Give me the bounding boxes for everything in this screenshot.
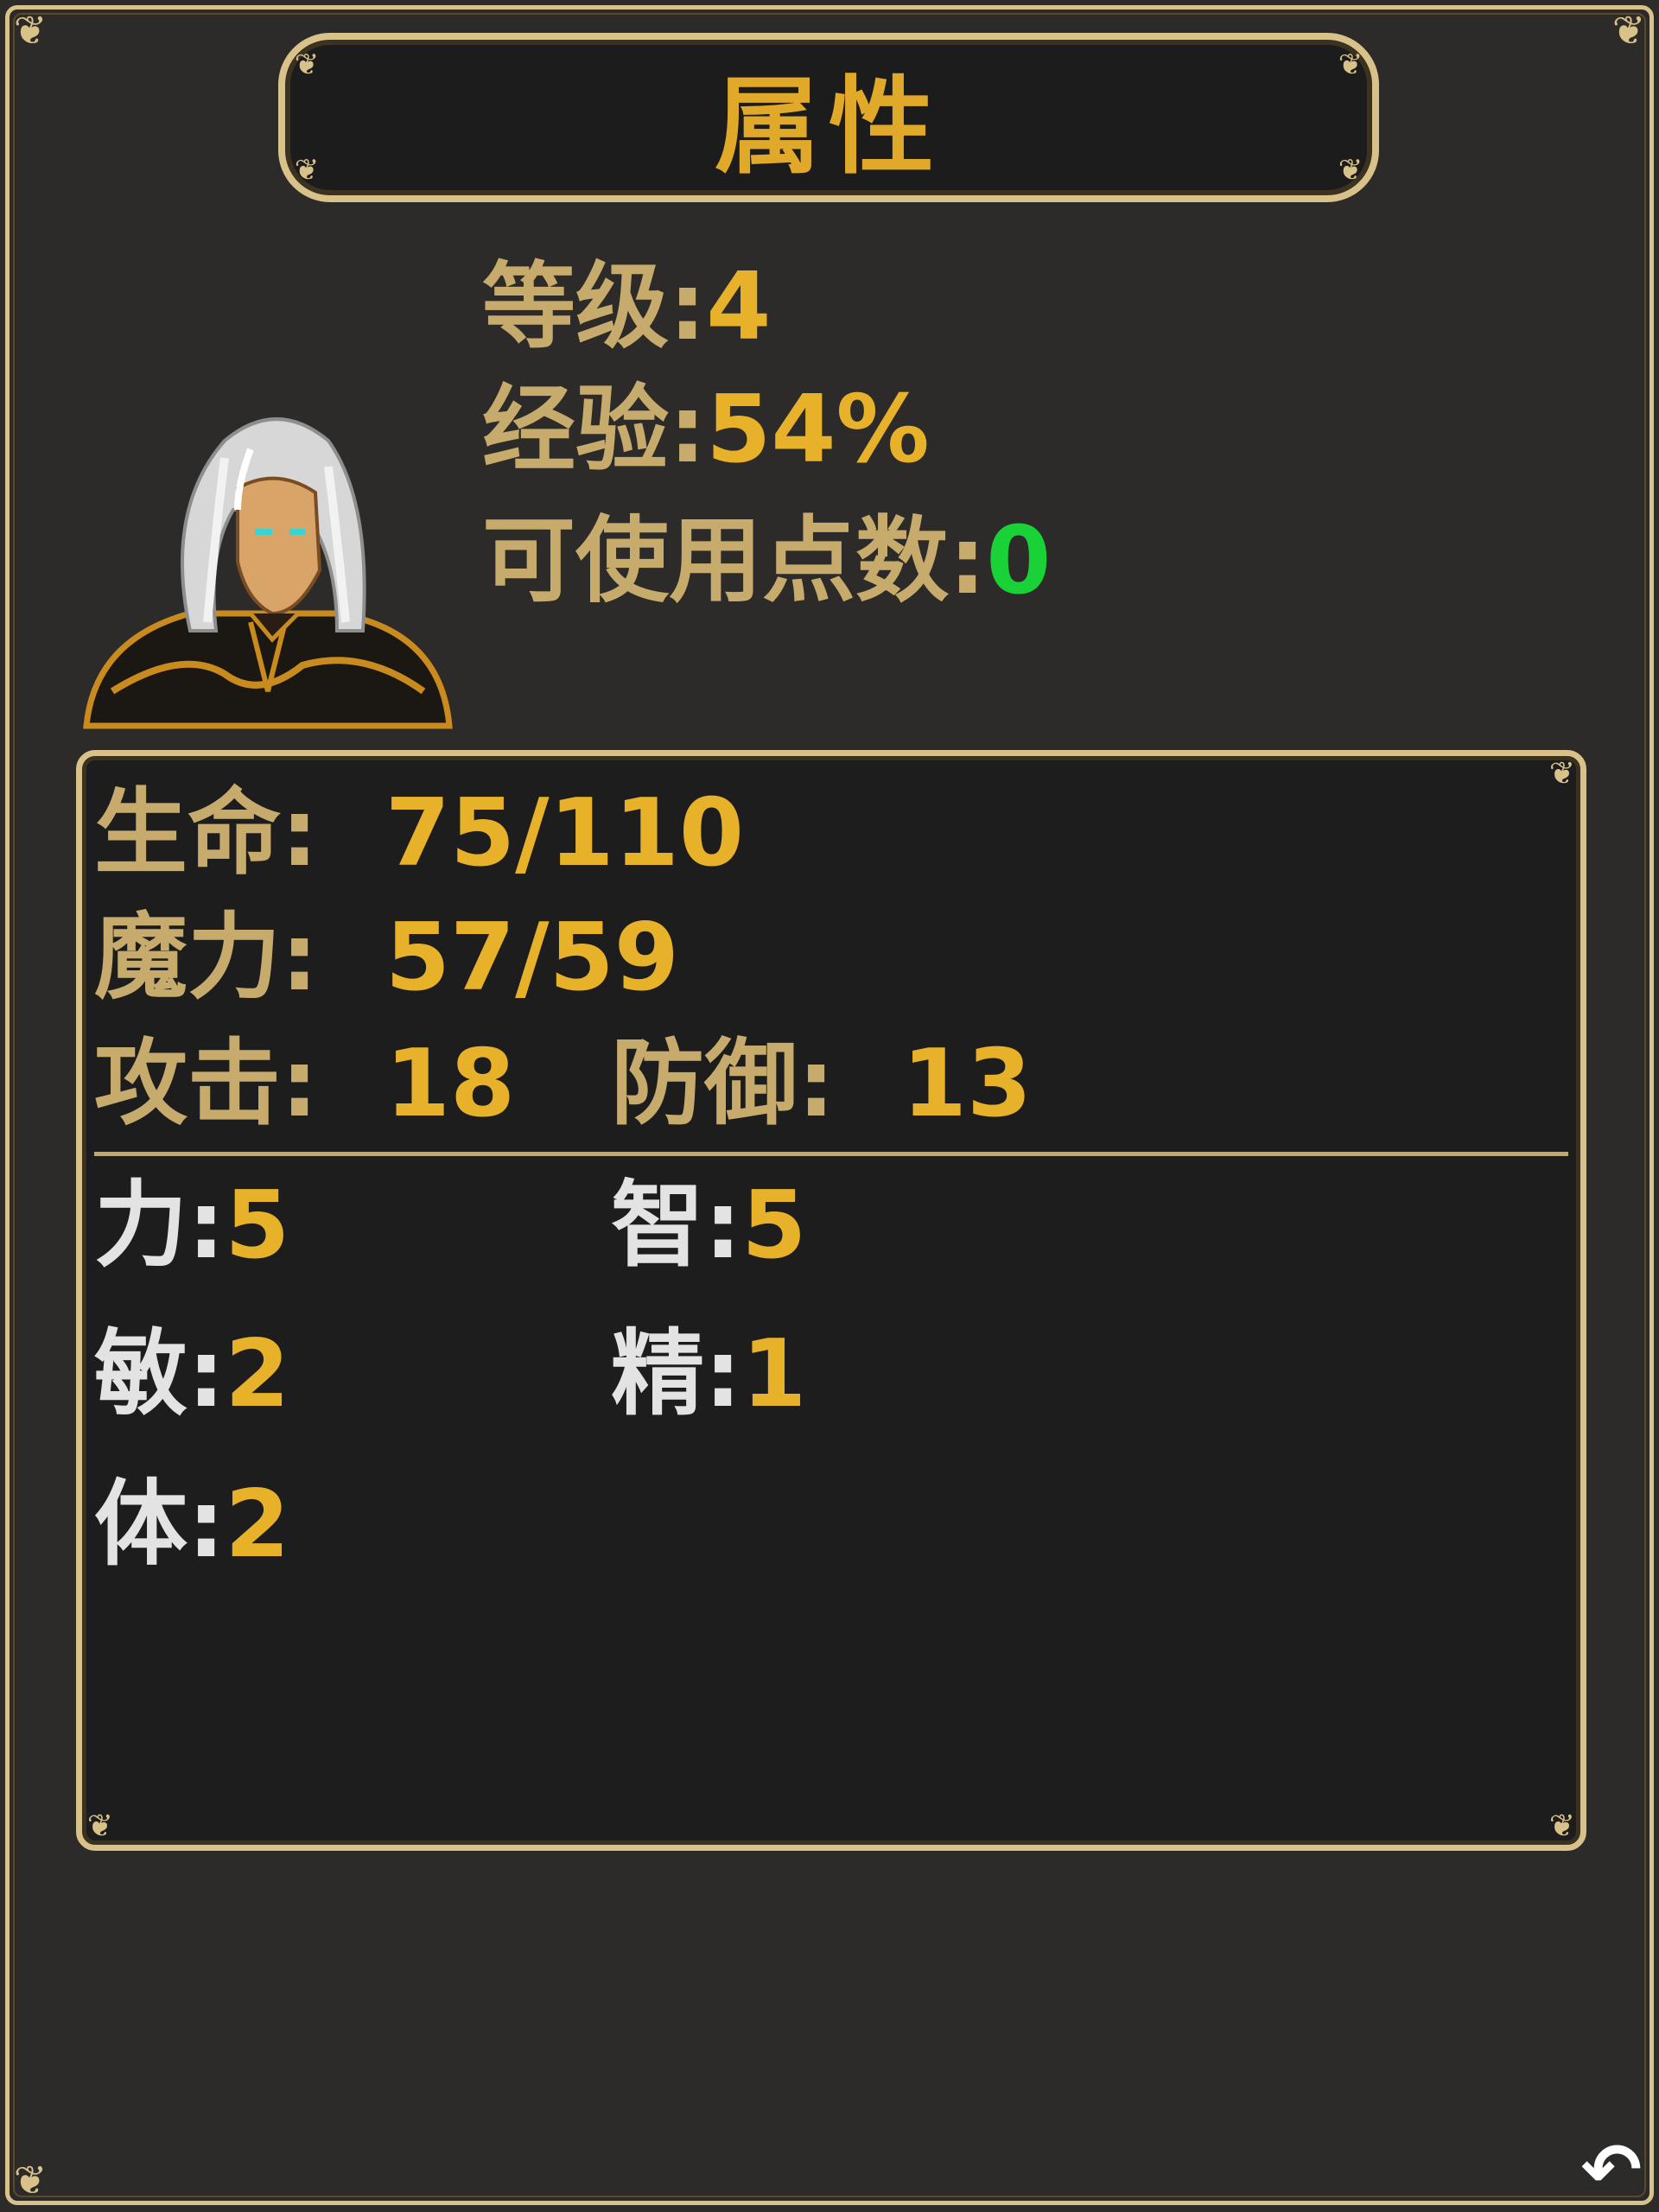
ornament-corner-icon: ❦ [1548, 756, 1576, 791]
attr-intellect: 智:5 [611, 1179, 806, 1273]
attr-strength: 力:5 [94, 1179, 289, 1273]
agility-label: 敏: [94, 1320, 226, 1428]
exp-value: 54% [706, 376, 930, 484]
intellect-value: 5 [741, 1172, 807, 1280]
mp-row: 魔力: 57/59 [94, 912, 679, 1005]
title-bar: 属性 ❦ ❦ ❦ ❦ [278, 33, 1379, 202]
attack-row: 攻击: 18 [94, 1038, 515, 1131]
level-row: 等级:4 [482, 261, 771, 354]
ornament-corner-icon: ❦ [294, 153, 320, 188]
ornament-corner-icon: ❦ [1548, 1808, 1576, 1844]
ornament-corner-icon: ❦ [1338, 48, 1363, 82]
spirit-value: 1 [741, 1320, 807, 1428]
ornament-corner-icon: ❦ [13, 7, 48, 54]
ornament-corner-icon: ❦ [86, 1808, 114, 1844]
attack-label: 攻击: [94, 1030, 319, 1138]
attr-spirit: 精:1 [611, 1328, 806, 1421]
level-value: 4 [706, 253, 772, 361]
ornament-corner-icon: ❦ [294, 48, 320, 82]
ornament-corner-icon: ❦ [1338, 153, 1363, 188]
attr-constitution: 体:2 [94, 1478, 289, 1572]
hp-value: 75/110 [385, 779, 744, 887]
points-row: 可使用点数:0 [482, 515, 1051, 608]
constitution-value: 2 [225, 1471, 290, 1579]
hp-row: 生命: 75/110 [94, 787, 744, 880]
defense-value: 13 [901, 1030, 1033, 1138]
intellect-label: 智: [611, 1172, 742, 1280]
ornament-corner-icon: ❦ [1611, 7, 1646, 54]
hero-portrait [83, 417, 453, 729]
divider [94, 1152, 1568, 1156]
points-value: 0 [986, 507, 1052, 615]
constitution-label: 体: [94, 1471, 226, 1579]
level-label: 等级: [482, 253, 707, 361]
exp-row: 经验:54% [482, 384, 930, 477]
strength-value: 5 [225, 1172, 290, 1280]
attr-agility: 敏:2 [94, 1328, 289, 1421]
ornament-corner-icon: ❦ [13, 2157, 48, 2203]
mp-label: 魔力: [94, 904, 319, 1012]
spirit-label: 精: [611, 1320, 742, 1428]
stat-panel: ❦ ❦ ❦ 生命: 75/110 魔力: 57/59 攻击: 18 防御: 13… [76, 750, 1586, 1851]
strength-label: 力: [94, 1172, 226, 1280]
attack-value: 18 [385, 1030, 516, 1138]
attribute-screen: ❦ ❦ ❦ 属性 ❦ ❦ ❦ ❦ 等级:4 经验:54% 可使用点数:0 ❦ ❦… [0, 0, 1659, 2210]
agility-value: 2 [225, 1320, 290, 1428]
page-title: 属性 [715, 65, 943, 188]
defense-label: 防御: [611, 1030, 836, 1138]
defense-row: 防御: 13 [611, 1038, 1032, 1131]
hp-label: 生命: [94, 779, 319, 887]
mp-value: 57/59 [385, 904, 679, 1012]
back-arrow-icon[interactable]: ↶ [1573, 2133, 1650, 2207]
exp-label: 经验: [482, 376, 707, 484]
points-label: 可使用点数: [482, 507, 987, 615]
